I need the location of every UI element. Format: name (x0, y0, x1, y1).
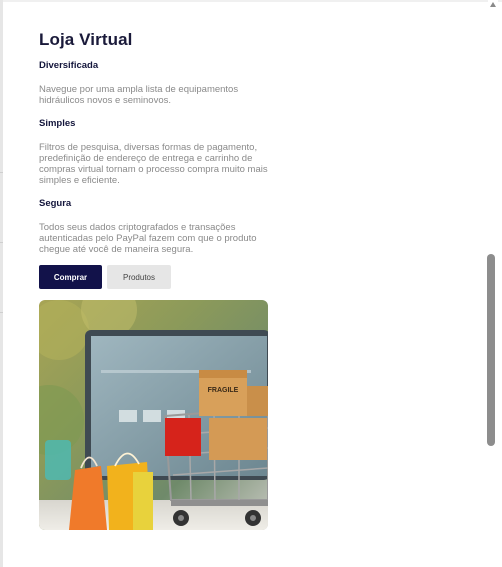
feature-heading: Diversificada (39, 60, 99, 71)
page-title: Loja Virtual (39, 30, 133, 49)
action-buttons: Comprar Produtos (39, 265, 271, 289)
scroll-up-arrow-icon[interactable] (490, 2, 496, 7)
feature-description: Filtros de pesquisa, diversas formas de … (39, 142, 268, 186)
feature-diversified: Diversificada Navegue por uma ampla list… (39, 60, 271, 106)
feature-simple: Simples Filtros de pesquisa, diversas fo… (39, 118, 271, 186)
online-store-section: Loja Virtual Diversificada Navegue por u… (39, 30, 271, 530)
feature-heading: Simples (39, 118, 76, 129)
feature-description: Navegue por uma ampla lista de equipamen… (39, 84, 239, 106)
box-fragile-label: FRAGILE (208, 387, 239, 394)
buy-button[interactable]: Comprar (39, 265, 102, 289)
window-left-edge (0, 0, 3, 567)
feature-secure: Segura Todos seus dados criptografados e… (39, 198, 271, 255)
shopping-cart-photo: FRAGILE (39, 300, 268, 530)
scrollbar-thumb[interactable] (487, 254, 495, 446)
page-frame: Loja Virtual Diversificada Navegue por u… (0, 0, 502, 567)
feature-heading: Segura (39, 198, 72, 209)
feature-description: Todos seus dados criptografados e transa… (39, 222, 257, 255)
products-button[interactable]: Produtos (107, 265, 171, 289)
window-top-edge (0, 0, 502, 2)
